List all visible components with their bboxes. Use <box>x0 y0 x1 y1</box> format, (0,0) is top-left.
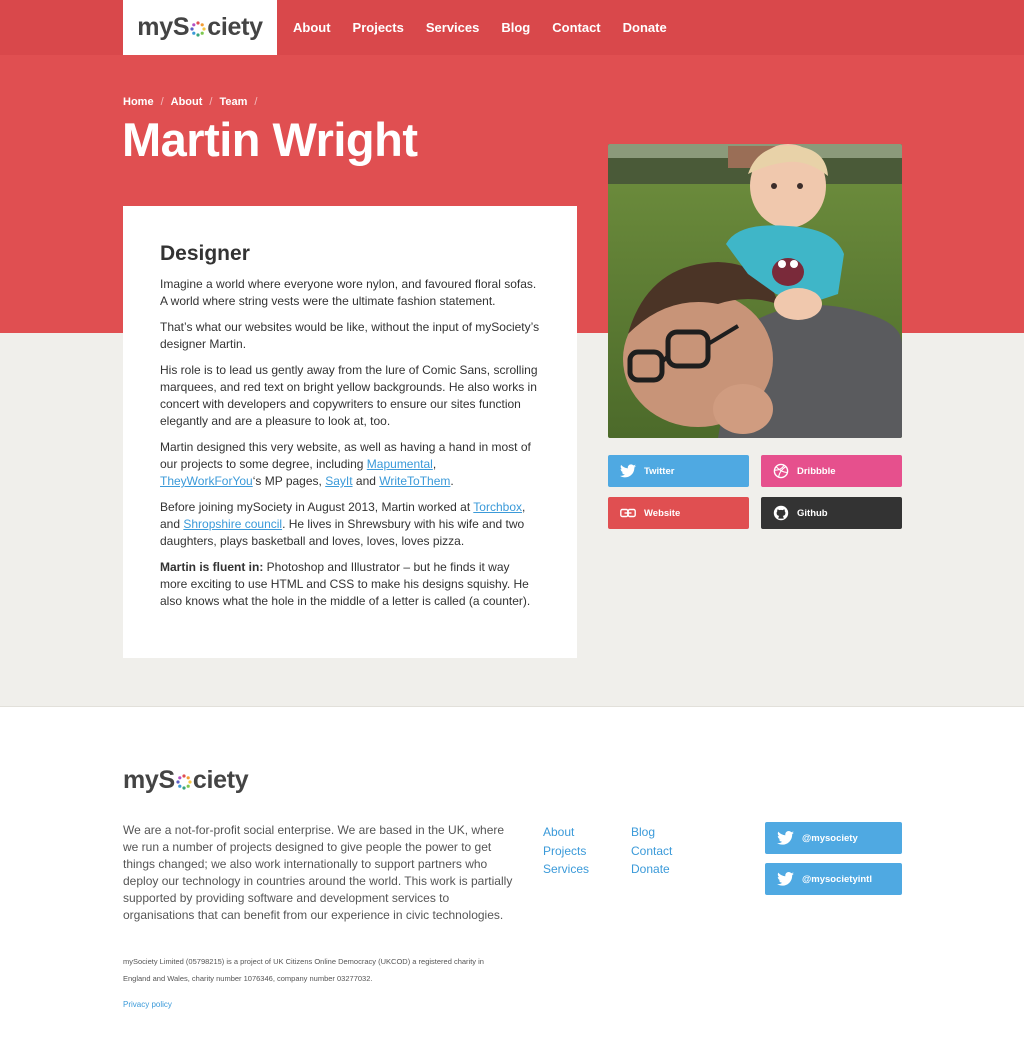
footer-link-donate[interactable]: Donate <box>631 860 672 879</box>
footer-legal-text: mySociety Limited (05798215) is a projec… <box>123 957 484 983</box>
link-torchbox[interactable]: Torchbox <box>473 500 522 514</box>
logo-dot-ring-icon <box>190 20 206 37</box>
footer-twitter-mysocietyintl-button[interactable]: @mysocietyintl <box>765 863 902 895</box>
twitter-icon <box>777 871 794 887</box>
top-navigation-bar: myS ciety About Projects Services Blog C… <box>0 0 1024 55</box>
footer-link-services[interactable]: Services <box>543 860 589 879</box>
dribbble-button[interactable]: Dribbble <box>761 455 902 487</box>
bio-card: Designer Imagine a world where everyone … <box>123 206 577 658</box>
website-button-label: Website <box>644 507 681 519</box>
link-mapumental[interactable]: Mapumental <box>367 457 433 471</box>
logo-text-left: myS <box>123 766 175 794</box>
bio-paragraph-1: Imagine a world where everyone wore nylo… <box>160 277 537 308</box>
text-span: . <box>450 474 454 488</box>
link-theyworkforyou[interactable]: TheyWorkForYou <box>160 474 253 488</box>
bio-paragraph-4: Martin designed this very website, as we… <box>160 439 540 490</box>
dribbble-button-label: Dribbble <box>797 465 836 477</box>
breadcrumb-home[interactable]: Home <box>123 96 154 108</box>
breadcrumb-separator: / <box>209 96 213 108</box>
profile-photo <box>608 144 902 438</box>
nav-about[interactable]: About <box>293 20 331 35</box>
mysociety-logo-link[interactable]: myS ciety <box>123 0 277 55</box>
text-span: Martin designed this very website, as we… <box>160 440 531 471</box>
github-button[interactable]: Github <box>761 497 902 529</box>
nav-services[interactable]: Services <box>426 20 480 35</box>
text-span: ‘s MP pages, <box>252 474 326 488</box>
dribbble-icon <box>773 463 789 479</box>
bio-paragraph-2: That’s what our websites would be like, … <box>160 320 540 351</box>
link-icon <box>620 505 636 521</box>
twitter-icon <box>620 463 636 479</box>
footer-link-blog[interactable]: Blog <box>631 823 672 842</box>
nav-donate[interactable]: Donate <box>623 20 667 35</box>
twitter-button[interactable]: Twitter <box>608 455 749 487</box>
footer-links-column-1: About Projects Services <box>543 823 589 879</box>
logo-text-right: ciety <box>192 766 249 794</box>
page-title: Martin Wright <box>122 113 418 166</box>
mysociety-logo: myS ciety <box>137 13 263 42</box>
logo-text-right: ciety <box>207 13 263 41</box>
link-writetothem[interactable]: WriteToThem <box>379 474 450 488</box>
footer-twitter-handle: @mysociety <box>802 832 858 844</box>
website-button[interactable]: Website <box>608 497 749 529</box>
footer-about-text: We are a not-for-profit social enterpris… <box>123 823 513 922</box>
bio-paragraph-5: Before joining mySociety in August 2013,… <box>160 499 540 550</box>
footer-logo[interactable]: myS ciety <box>123 766 249 795</box>
footer-links-column-2: Blog Contact Donate <box>631 823 672 879</box>
breadcrumb-team[interactable]: Team <box>219 96 247 108</box>
text-span: Before joining mySociety in August 2013,… <box>160 500 474 514</box>
link-shropshire-council[interactable]: Shropshire council <box>183 517 282 531</box>
breadcrumb-about[interactable]: About <box>171 96 203 108</box>
bio-paragraph-6: Martin is fluent in: Photoshop and Illus… <box>160 559 540 610</box>
text-span: , <box>432 457 437 471</box>
main-nav: About Projects Services Blog Contact Don… <box>282 0 678 55</box>
nav-blog[interactable]: Blog <box>501 20 530 35</box>
github-icon <box>773 505 789 521</box>
nav-projects[interactable]: Projects <box>353 20 404 35</box>
link-sayit[interactable]: SayIt <box>325 474 352 488</box>
breadcrumb-separator: / <box>160 96 164 108</box>
nav-contact[interactable]: Contact <box>552 20 600 35</box>
bio-paragraph-3: His role is to lead us gently away from … <box>160 363 538 428</box>
footer-link-projects[interactable]: Projects <box>543 842 589 861</box>
twitter-icon <box>777 830 794 846</box>
footer-twitter-handle: @mysocietyintl <box>802 873 872 885</box>
github-button-label: Github <box>797 507 828 519</box>
breadcrumb-separator: / <box>254 96 258 108</box>
text-span: and <box>352 474 380 488</box>
twitter-button-label: Twitter <box>644 465 675 477</box>
footer-twitter-mysociety-button[interactable]: @mysociety <box>765 822 902 854</box>
footer-link-about[interactable]: About <box>543 823 589 842</box>
breadcrumb: Home / About / Team / <box>123 96 264 108</box>
profile-photo-illustration <box>608 144 902 438</box>
logo-dot-ring-icon <box>176 773 192 790</box>
logo-text-left: myS <box>137 13 190 41</box>
role-heading: Designer <box>160 242 250 265</box>
fluent-label: Martin is fluent in: <box>160 560 264 574</box>
privacy-policy-link[interactable]: Privacy policy <box>123 1000 172 1009</box>
footer-link-contact[interactable]: Contact <box>631 842 672 861</box>
